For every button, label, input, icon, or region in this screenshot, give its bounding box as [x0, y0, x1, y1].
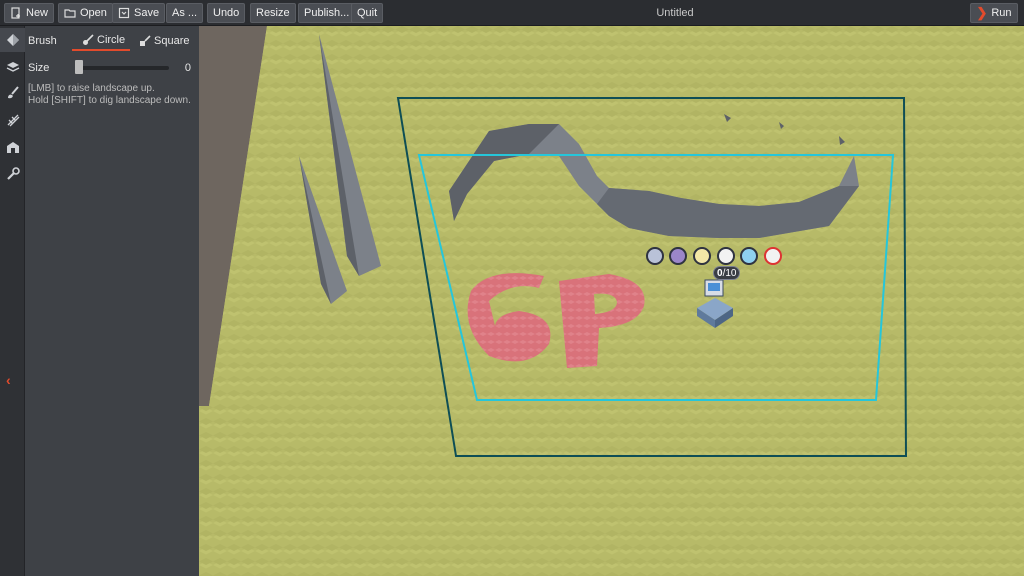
terrain-scene[interactable]	[199, 26, 1024, 576]
rail-layers-tool[interactable]	[0, 54, 25, 78]
wrench-icon	[6, 167, 20, 180]
circle-label: Circle	[97, 34, 126, 46]
open-folder-icon	[64, 9, 76, 18]
brush-label: Brush	[28, 35, 57, 47]
undo-button[interactable]: Undo	[207, 3, 246, 23]
road-icon	[7, 114, 19, 127]
light-icon[interactable]	[693, 247, 711, 265]
publish-label: Publish...	[304, 7, 350, 19]
worker-icon[interactable]	[669, 247, 687, 265]
citizen-icon[interactable]	[646, 247, 664, 265]
brush-circle-icon	[83, 34, 94, 45]
brush-mode-circle[interactable]: Circle	[72, 31, 130, 51]
hint-line-dig: Hold [SHIFT] to dig landscape down.	[28, 95, 191, 106]
open-button[interactable]: Open	[58, 3, 113, 23]
run-button[interactable]: ❯ Run	[970, 3, 1018, 23]
new-label: New	[26, 7, 49, 19]
rail-terrain-tool[interactable]	[0, 28, 25, 52]
tool-rail: ‹	[0, 26, 25, 576]
resize-button[interactable]: Resize	[250, 3, 296, 23]
layers-icon	[6, 62, 19, 72]
undo-label: Undo	[213, 7, 240, 19]
size-slider-handle[interactable]	[75, 60, 83, 74]
brush-mode-square[interactable]: Square	[139, 31, 197, 51]
quit-label: Quit	[357, 7, 378, 19]
unit-counter: 0/10	[713, 266, 741, 280]
square-label: Square	[154, 35, 190, 47]
publish-button[interactable]: Publish...	[298, 3, 356, 23]
chevron-left-icon[interactable]: ‹	[6, 372, 11, 388]
new-file-icon	[11, 7, 20, 19]
no-entry-icon[interactable]	[764, 247, 782, 265]
building-icon	[6, 142, 19, 153]
save-as-button[interactable]: As ...	[166, 3, 204, 23]
run-label: Run	[991, 7, 1012, 19]
document-title: Untitled	[656, 7, 694, 19]
save-icon	[118, 7, 130, 19]
size-label: Size	[28, 62, 50, 74]
size-value: 0	[184, 62, 191, 74]
map-viewport[interactable]: 0/10	[199, 26, 1024, 576]
brush-panel: Brush Circle Square Size 0 [LMB] to rais…	[25, 26, 199, 576]
top-toolbar: New Open Save As ... Undo Resize Publish…	[0, 0, 1024, 26]
run-arrow-icon: ❯	[976, 5, 988, 20]
grass-field	[199, 26, 1024, 576]
rail-paint-tool[interactable]	[0, 81, 25, 105]
rail-road-tool[interactable]	[0, 108, 25, 132]
resize-label: Resize	[256, 7, 290, 19]
save-as-label: As ...	[172, 7, 198, 19]
counter-max: /10	[722, 268, 737, 279]
open-label: Open	[80, 7, 107, 19]
paintbrush-icon	[7, 86, 19, 99]
save-label: Save	[134, 7, 160, 19]
size-slider-track[interactable]	[77, 66, 169, 70]
brush-square-icon	[140, 35, 151, 46]
quit-button[interactable]: Quit	[351, 3, 384, 23]
terrain-icon	[6, 34, 19, 46]
rail-building-tool[interactable]	[0, 135, 25, 159]
gear-icon[interactable]	[717, 247, 735, 265]
rail-settings-tool[interactable]	[0, 162, 25, 186]
hint-line-raise: [LMB] to raise landscape up.	[28, 83, 155, 94]
crystal-icon[interactable]	[740, 247, 758, 265]
save-button[interactable]: Save	[112, 3, 166, 23]
new-button[interactable]: New	[4, 3, 55, 23]
